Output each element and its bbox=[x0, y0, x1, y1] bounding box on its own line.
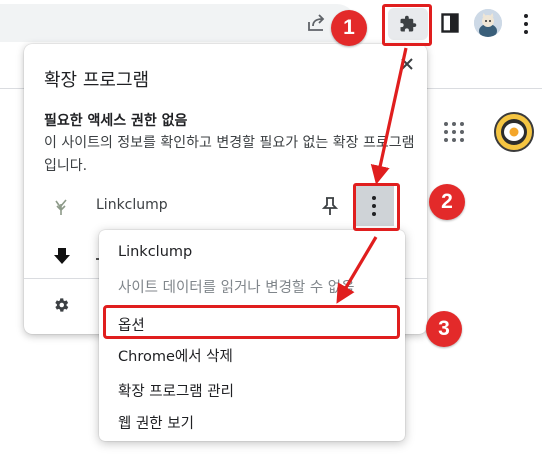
leaf-icon bbox=[55, 199, 67, 215]
popup-title: 확장 프로그램 bbox=[44, 70, 150, 91]
section-description: 이 사이트의 정보를 확인하고 변경할 필요가 없는 확장 프로그램입니다. bbox=[44, 135, 415, 174]
gear-icon[interactable] bbox=[52, 296, 70, 314]
highlight-extensions-button bbox=[382, 4, 432, 46]
google-account-avatar[interactable] bbox=[494, 112, 534, 152]
menu-item-extension-name[interactable]: Linkclump bbox=[99, 235, 405, 269]
profile-avatar[interactable] bbox=[474, 9, 502, 37]
menu-item-manage-extensions[interactable]: 확장 프로그램 관리 bbox=[99, 373, 405, 407]
step-badge-3: 3 bbox=[426, 311, 462, 347]
highlight-options-item bbox=[103, 305, 400, 339]
pin-icon[interactable] bbox=[322, 196, 338, 216]
side-panel-icon[interactable] bbox=[441, 13, 459, 33]
share-icon[interactable] bbox=[305, 11, 329, 35]
menu-item-view-web-permissions[interactable]: 웹 권한 보기 bbox=[99, 405, 405, 439]
section-heading: 필요한 액세스 권한 없음 bbox=[44, 113, 188, 129]
apps-grid-icon[interactable] bbox=[444, 122, 464, 142]
egg-avatar-icon bbox=[501, 119, 527, 145]
menu-item-site-access: 사이트 데이터를 읽거나 변경할 수 없음 bbox=[118, 279, 355, 296]
extension-name: Linkclump bbox=[96, 197, 168, 213]
browser-toolbar bbox=[0, 0, 542, 47]
step-badge-2: 2 bbox=[429, 184, 465, 220]
step-badge-1: 1 bbox=[331, 10, 367, 46]
down-arrow-icon bbox=[54, 248, 70, 264]
address-bar[interactable] bbox=[0, 4, 356, 42]
cat-avatar-icon bbox=[474, 9, 502, 37]
more-vert-icon[interactable] bbox=[516, 12, 536, 36]
close-icon[interactable] bbox=[399, 56, 415, 72]
highlight-more-button bbox=[353, 183, 400, 231]
menu-item-remove[interactable]: Chrome에서 삭제 bbox=[99, 338, 405, 372]
